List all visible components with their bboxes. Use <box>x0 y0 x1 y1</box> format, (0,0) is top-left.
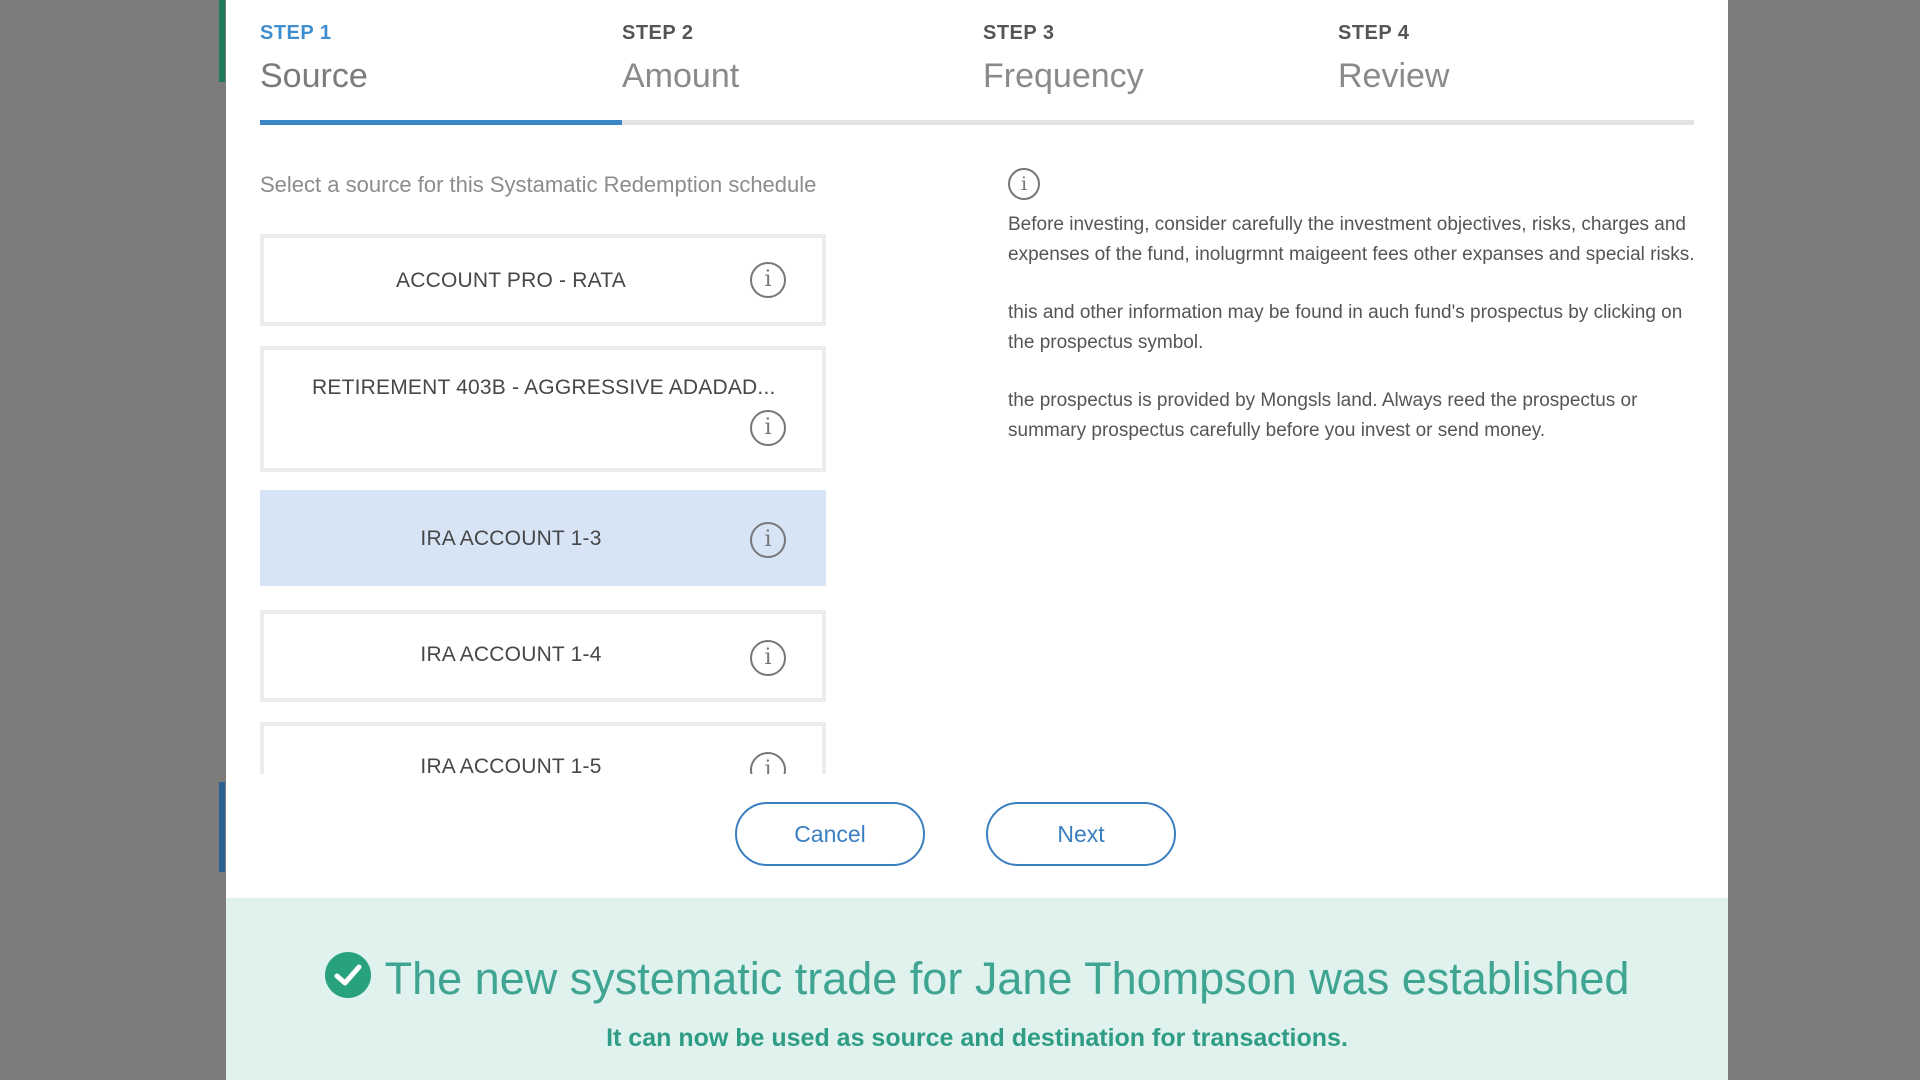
backdrop-accent-top <box>219 0 225 82</box>
step-number: STEP 2 <box>622 22 694 44</box>
disclosure-paragraph: the prospectus is provided by Mongsls la… <box>1008 390 1638 441</box>
systematic-redemption-modal: STEP 1 Source STEP 2 Amount STEP 3 Frequ… <box>226 0 1728 1080</box>
info-icon[interactable]: i <box>750 262 786 298</box>
step-number: STEP 4 <box>1338 22 1410 44</box>
source-item-ira-account-1-3[interactable]: IRA ACCOUNT 1-3 i <box>260 490 826 586</box>
info-icon[interactable]: i <box>750 522 786 558</box>
disclosure-paragraph: this and other information may be found … <box>1008 302 1683 353</box>
success-banner: The new systematic trade for Jane Thomps… <box>226 898 1728 1080</box>
source-list[interactable]: ACCOUNT PRO - RATA i RETIREMENT 403B - A… <box>260 232 826 774</box>
fund-disclosure: i Before investing, consider carefully t… <box>1008 168 1708 446</box>
step-title: Amount <box>622 57 740 95</box>
info-icon: i <box>1008 168 1040 200</box>
step-number: STEP 3 <box>983 22 1055 44</box>
info-icon[interactable]: i <box>750 410 786 446</box>
step-number: STEP 1 <box>260 22 332 44</box>
source-item-label: IRA ACCOUNT 1-4 <box>420 643 602 666</box>
stepper: STEP 1 Source STEP 2 Amount STEP 3 Frequ… <box>260 0 1694 126</box>
cancel-button[interactable]: Cancel <box>735 802 925 866</box>
step-frequency[interactable]: STEP 3 Frequency <box>983 22 1144 96</box>
step-title: Review <box>1338 57 1450 95</box>
backdrop-accent-bottom <box>219 782 225 872</box>
disclosure-paragraph: Before investing, consider carefully the… <box>1008 214 1695 265</box>
source-item-label: IRA ACCOUNT 1-3 <box>420 527 602 550</box>
info-icon[interactable]: i <box>750 640 786 676</box>
source-item-label: IRA ACCOUNT 1-5 <box>420 755 602 774</box>
step-progress-bar <box>260 120 622 125</box>
success-message: The new systematic trade for Jane Thomps… <box>226 952 1728 1005</box>
step-source[interactable]: STEP 1 Source <box>260 22 368 96</box>
next-button[interactable]: Next <box>986 802 1176 866</box>
success-subtitle: It can now be used as source and destina… <box>606 1024 1348 1052</box>
source-prompt: Select a source for this Systamatic Rede… <box>260 172 817 197</box>
step-amount[interactable]: STEP 2 Amount <box>622 22 739 96</box>
step-review[interactable]: STEP 4 Review <box>1338 22 1449 96</box>
step-title: Source <box>260 57 368 95</box>
source-item-ira-account-1-4[interactable]: IRA ACCOUNT 1-4 i <box>260 610 826 702</box>
source-item-account-pro-rata[interactable]: ACCOUNT PRO - RATA i <box>260 234 826 326</box>
source-item-label: ACCOUNT PRO - RATA <box>396 269 626 292</box>
source-item-retirement-403b[interactable]: RETIREMENT 403B - AGGRESSIVE ADADAD... i <box>260 346 826 472</box>
check-circle-icon <box>324 952 371 998</box>
source-item-label: RETIREMENT 403B - AGGRESSIVE ADADAD... <box>312 376 776 399</box>
step-title: Frequency <box>983 57 1144 95</box>
success-title: The new systematic trade for Jane Thomps… <box>384 953 1630 1004</box>
source-item-ira-account-1-5[interactable]: IRA ACCOUNT 1-5 i <box>260 722 826 774</box>
